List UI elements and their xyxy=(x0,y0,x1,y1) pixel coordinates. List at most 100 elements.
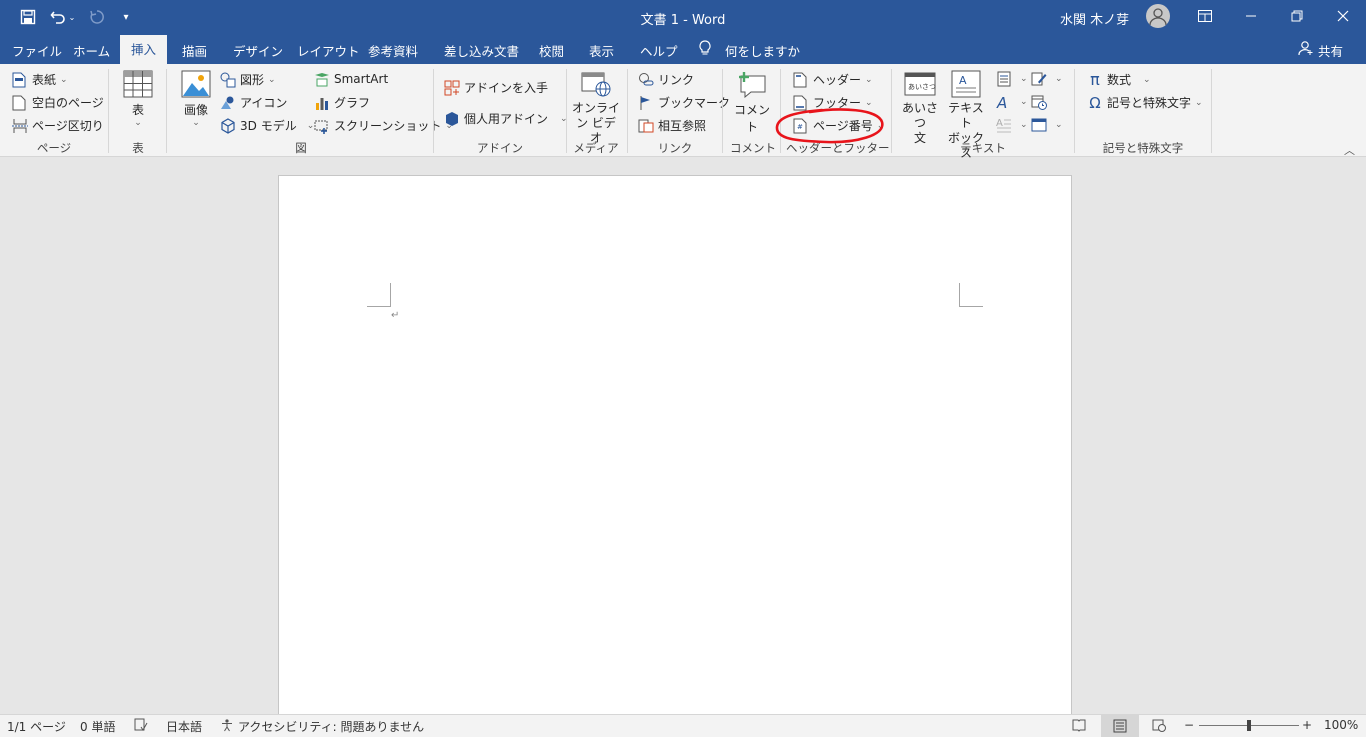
zoom-slider-thumb[interactable] xyxy=(1247,720,1251,731)
print-layout-view[interactable] xyxy=(1101,715,1139,737)
online-video-icon xyxy=(581,70,611,98)
cover-page-icon xyxy=(12,72,28,88)
language-indicator[interactable]: 日本語 xyxy=(166,718,202,735)
my-addins-button[interactable]: 個人用アドイン ⌄ xyxy=(444,110,568,127)
save-icon[interactable] xyxy=(18,7,38,27)
drop-cap-button[interactable]: A ⌄ xyxy=(996,117,1028,133)
web-layout-icon[interactable] xyxy=(1152,718,1166,735)
page-break-icon xyxy=(12,118,28,134)
cross-reference-button[interactable]: 相互参照 xyxy=(638,117,706,134)
new-comment-button[interactable]: コメント xyxy=(730,70,774,135)
zoom-in-button[interactable]: + xyxy=(1302,718,1312,732)
tab-insert[interactable]: 挿入 xyxy=(120,35,168,64)
title-bar: ⌄ ▾ 文書 1 - Word 水関 木ノ芽 xyxy=(0,0,1366,35)
greeting-button[interactable]: あいさつ あいさつ 文 xyxy=(899,70,941,146)
accessibility-icon[interactable] xyxy=(220,718,234,735)
chevron-down-icon: ⌄ xyxy=(192,118,200,128)
group-divider xyxy=(627,69,628,153)
tab-mailings[interactable]: 差し込み文書 xyxy=(444,41,519,60)
read-mode-icon[interactable] xyxy=(1072,718,1086,735)
proofing-icon[interactable] xyxy=(134,718,148,735)
online-video-button[interactable]: オンライ ン ビデオ xyxy=(572,70,620,146)
chevron-down-icon: ⌄ xyxy=(1055,74,1063,84)
signature-line-button[interactable]: ⌄ xyxy=(1031,71,1063,87)
object-button[interactable]: ⌄ xyxy=(1031,117,1063,133)
chevron-down-icon: ⌄ xyxy=(268,74,276,85)
header-button[interactable]: ヘッダー ⌄ xyxy=(793,71,873,88)
group-label-media: メディア xyxy=(573,141,619,155)
lightbulb-icon[interactable] xyxy=(698,40,712,60)
chart-icon xyxy=(314,95,330,111)
ribbon: 表紙 ⌄ 空白のページ ページ区切り ページ 表 ⌄ 表 画像 ⌄ 図形 ⌄ アイコ… xyxy=(0,64,1366,160)
group-label-symbols: 記号と特殊文字 xyxy=(1102,141,1184,155)
minimize-icon[interactable] xyxy=(1228,0,1274,32)
tab-home[interactable]: ホーム xyxy=(73,41,110,60)
tab-draw[interactable]: 描画 xyxy=(182,41,207,60)
blank-page-button[interactable]: 空白のページ xyxy=(12,94,104,111)
group-divider xyxy=(433,69,434,153)
avatar[interactable] xyxy=(1146,4,1170,28)
word-count[interactable]: 0 単語 xyxy=(80,718,115,735)
icons-button[interactable]: アイコン xyxy=(220,94,287,111)
tab-view[interactable]: 表示 xyxy=(589,41,614,60)
page-count[interactable]: 1/1 ページ xyxy=(7,718,66,735)
calendar-icon xyxy=(1031,94,1047,110)
zoom-out-button[interactable]: − xyxy=(1184,718,1194,732)
get-addins-button[interactable]: アドインを入手 xyxy=(444,79,548,96)
link-button[interactable]: リンク xyxy=(638,71,694,88)
table-button[interactable]: 表 ⌄ xyxy=(118,70,158,128)
date-time-button[interactable] xyxy=(1031,94,1051,110)
ribbon-display-icon[interactable] xyxy=(1182,0,1228,32)
svg-text:A: A xyxy=(996,94,1007,110)
tell-me-search[interactable]: 何をしますか xyxy=(725,41,800,60)
chevron-down-icon: ⌄ xyxy=(1143,74,1151,85)
tab-file[interactable]: ファイル xyxy=(12,41,62,60)
collapse-ribbon-icon[interactable]: ︿ xyxy=(1344,142,1355,158)
wordart-button[interactable]: A ⌄ xyxy=(996,94,1028,112)
customize-icon[interactable]: ▾ xyxy=(116,7,136,27)
group-divider xyxy=(566,69,567,153)
symbol-button[interactable]: Ω 記号と特殊文字 ⌄ xyxy=(1087,93,1202,112)
tab-help[interactable]: ヘルプ xyxy=(640,41,678,60)
document-page[interactable]: ↵ xyxy=(278,175,1072,717)
accessibility-status[interactable]: アクセシビリティ: 問題ありません xyxy=(238,718,424,735)
undo-dropdown-icon[interactable]: ⌄ xyxy=(66,7,78,27)
redo-icon[interactable] xyxy=(87,7,107,27)
link-icon xyxy=(638,72,654,88)
share-icon[interactable] xyxy=(1298,40,1314,59)
group-label-addins: アドイン xyxy=(477,141,523,155)
tab-review[interactable]: 校閲 xyxy=(539,41,564,60)
pictures-button[interactable]: 画像 ⌄ xyxy=(176,70,216,128)
red-circle-annotation xyxy=(775,108,884,144)
user-name: 水関 木ノ芽 xyxy=(1060,13,1130,28)
group-divider xyxy=(166,69,167,153)
paragraph-mark-icon: ↵ xyxy=(391,310,400,321)
picture-icon xyxy=(181,70,211,98)
chevron-down-icon: ⌄ xyxy=(1020,97,1028,107)
bookmark-icon xyxy=(638,95,654,111)
shapes-button[interactable]: 図形 ⌄ xyxy=(220,71,276,88)
restore-icon[interactable] xyxy=(1274,0,1320,32)
3d-models-button[interactable]: 3D モデル ⌄ xyxy=(220,117,314,134)
page-break-button[interactable]: ページ区切り xyxy=(12,117,104,134)
chevron-down-icon: ⌄ xyxy=(865,74,873,85)
share-button[interactable]: 共有 xyxy=(1318,41,1343,60)
close-icon[interactable] xyxy=(1320,0,1366,32)
omega-icon: Ω xyxy=(1089,93,1101,112)
chart-button[interactable]: グラフ xyxy=(314,94,370,111)
comment-icon xyxy=(737,70,767,99)
tab-layout[interactable]: レイアウト xyxy=(297,41,360,60)
zoom-level[interactable]: 100% xyxy=(1324,718,1358,732)
tab-references[interactable]: 参考資料 xyxy=(368,41,418,60)
signature-icon xyxy=(1031,71,1047,87)
tab-design[interactable]: デザイン xyxy=(233,41,283,60)
undo-icon[interactable] xyxy=(48,7,68,27)
equation-button[interactable]: π 数式 ⌄ xyxy=(1087,71,1151,88)
chevron-down-icon: ⌄ xyxy=(1020,120,1028,130)
bookmark-button[interactable]: ブックマーク xyxy=(638,94,730,111)
status-bar: 1/1 ページ 0 単語 日本語 アクセシビリティ: 問題ありません − + 1… xyxy=(0,714,1366,737)
cover-page-button[interactable]: 表紙 ⌄ xyxy=(12,71,68,88)
smartart-button[interactable]: SmartArt xyxy=(314,71,388,87)
quick-parts-button[interactable]: ⌄ xyxy=(996,71,1028,87)
cube-icon xyxy=(220,117,236,134)
